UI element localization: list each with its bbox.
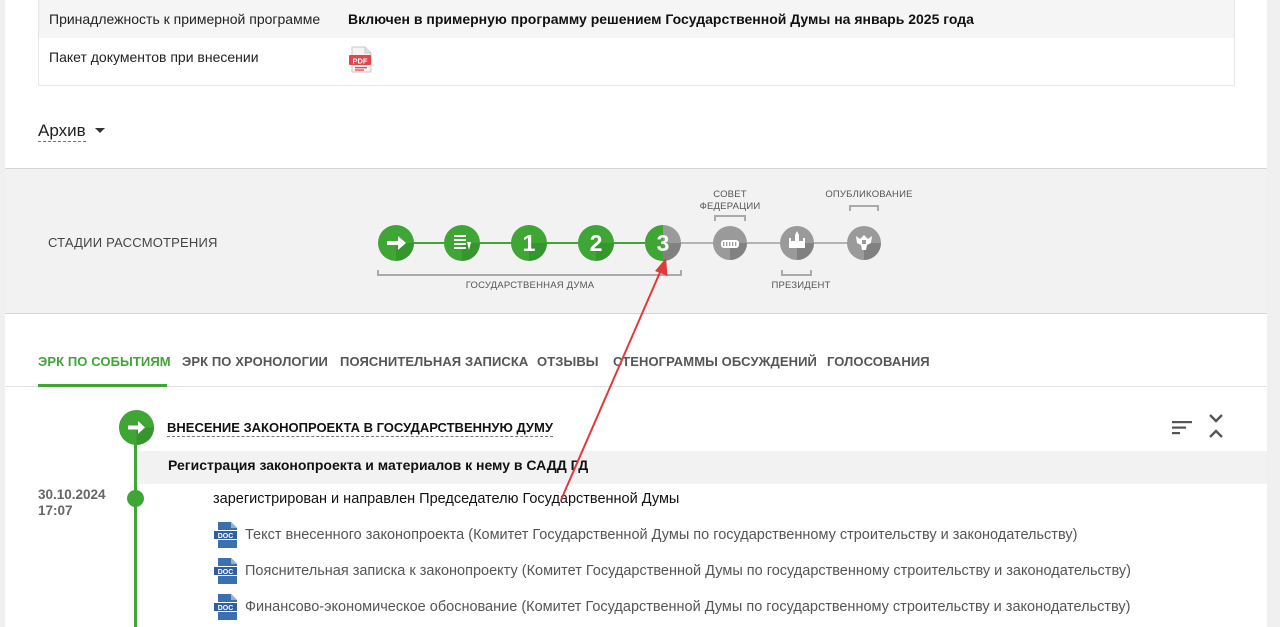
stage-number: 2	[590, 230, 603, 256]
president-bracket	[781, 270, 812, 276]
info-label: Пакет документов при внесении	[49, 49, 259, 65]
federation-council-label-line2: ФЕДЕРАЦИИ	[699, 201, 761, 212]
event-stage-icon	[119, 410, 154, 445]
info-value: Включен в примерную программу решением Г…	[348, 11, 974, 27]
stages-track: 1 2 3	[377, 205, 881, 276]
tab-explanatory-note[interactable]: ПОЯСНИТЕЛЬНАЯ ЗАПИСКА	[340, 354, 528, 369]
event-section-title[interactable]: ВНЕСЕНИЕ ЗАКОНОПРОЕКТА В ГОСУДАРСТВЕННУЮ…	[167, 420, 553, 437]
doc-file-icon: DOC	[213, 558, 238, 584]
tab-chronology[interactable]: ЭРК ПО ХРОНОЛОГИИ	[182, 354, 328, 369]
stage-number: 3	[657, 230, 670, 256]
stage-reading-3[interactable]: 3	[645, 225, 681, 261]
tab-bar: ЭРК ПО СОБЫТИЯМ ЭРК ПО ХРОНОЛОГИИ ПОЯСНИ…	[5, 340, 1267, 387]
page: Принадлежность к примерной программе Вкл…	[5, 0, 1267, 627]
document-link-text[interactable]: Пояснительная записка к законопроекту (К…	[245, 563, 1131, 579]
bill-info-table: Принадлежность к примерной программе Вкл…	[38, 0, 1235, 86]
publication-label: ОПУБЛИКОВАНИЕ	[825, 189, 913, 200]
federation-council-bracket	[714, 215, 746, 221]
stages-panel: СТАДИИ РАССМОТРЕНИЯ 1 2 3 ГОСУДАРСТВЕННА…	[5, 168, 1267, 314]
document-link-text[interactable]: Финансово-экономическое обоснование (Ком…	[245, 599, 1130, 615]
caret-down-icon[interactable]	[95, 128, 105, 133]
svg-text:DOC: DOC	[218, 533, 234, 540]
collapse-icon[interactable]	[1208, 413, 1224, 439]
event-datetime: 30.10.2024 17:07	[38, 487, 106, 519]
stage-introduction[interactable]	[378, 225, 414, 261]
document-link-text[interactable]: Текст внесенного законопроекта (Комитет …	[245, 527, 1077, 543]
sort-icon[interactable]	[1172, 418, 1194, 436]
document-link[interactable]: DOC Текст внесенного законопроекта (Коми…	[213, 522, 1077, 548]
timeline-dot	[127, 490, 144, 507]
tab-votes[interactable]: ГОЛОСОВАНИЯ	[827, 354, 930, 369]
info-row-documents: Пакет документов при внесении PDF	[39, 38, 1234, 85]
doc-file-icon: DOC	[213, 594, 238, 620]
event-date: 30.10.2024	[38, 487, 106, 502]
document-link[interactable]: DOC Финансово-экономическое обоснование …	[213, 594, 1130, 620]
stage-reading-1[interactable]: 1	[511, 225, 547, 261]
state-duma-bracket	[377, 270, 682, 276]
pdf-file-icon[interactable]: PDF	[348, 46, 374, 74]
stage-publication[interactable]	[847, 226, 881, 260]
publication-bracket	[849, 205, 879, 211]
info-value: PDF	[338, 38, 1234, 85]
stage-number: 1	[523, 230, 536, 256]
council-building-icon	[721, 240, 739, 248]
svg-text:DOC: DOC	[218, 569, 234, 576]
stage-federation-council[interactable]	[713, 226, 747, 260]
svg-text:DOC: DOC	[218, 605, 234, 612]
timeline-line	[134, 440, 137, 627]
info-row-program: Принадлежность к примерной программе Вкл…	[39, 0, 1234, 38]
federation-council-label: СОВЕТ ФЕДЕРАЦИИ	[695, 189, 765, 213]
event-time: 17:07	[38, 503, 73, 518]
pdf-badge-text: PDF	[353, 56, 368, 65]
document-link[interactable]: DOC Пояснительная записка к законопроект…	[213, 558, 1131, 584]
state-duma-label: ГОСУДАРСТВЕННАЯ ДУМА	[465, 280, 595, 291]
federation-council-label-line1: СОВЕТ	[713, 189, 747, 200]
president-label: ПРЕЗИДЕНТ	[771, 280, 831, 291]
event-description: зарегистрирован и направлен Председателю…	[213, 491, 680, 507]
stage-president[interactable]	[780, 226, 814, 260]
tab-reviews[interactable]: ОТЗЫВЫ	[537, 354, 599, 369]
info-label: Принадлежность к примерной программе	[49, 11, 321, 27]
doc-file-icon: DOC	[213, 522, 238, 548]
active-tab-underline	[38, 384, 167, 387]
tab-transcripts[interactable]: СТЕНОГРАММЫ ОБСУЖДЕНИЙ	[613, 354, 817, 369]
tab-events[interactable]: ЭРК ПО СОБЫТИЯМ	[38, 354, 171, 369]
registration-title: Регистрация законопроекта и материалов к…	[168, 457, 589, 473]
stage-reading-2[interactable]: 2	[578, 225, 614, 261]
stage-preliminary[interactable]	[444, 225, 480, 261]
archive-dropdown[interactable]: Архив	[38, 121, 86, 142]
